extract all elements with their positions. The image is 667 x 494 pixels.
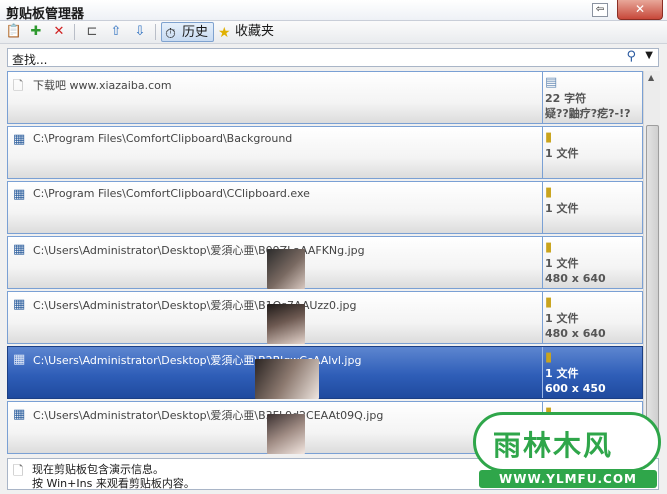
file-list-icon: ▦ (13, 242, 26, 257)
list-item[interactable]: ▦ C:\Program Files\ComfortClipboard\CCli… (7, 181, 643, 234)
star-icon: ★ (218, 25, 231, 41)
item-text: C:\Program Files\ComfortClipboard\CClipb… (33, 187, 310, 200)
item-meta-preview: 疑??鼬疗?疙?-!? (545, 107, 631, 120)
file-list-icon: ▦ (13, 187, 26, 202)
file-list-icon: ▦ (13, 132, 26, 147)
list-item[interactable]: 🗋 下载吧 www.xiazaiba.com ▤ 22 字符 疑??鼬疗?疙?-… (7, 71, 643, 124)
image-thumbnail (267, 304, 305, 344)
item-text: C:\Users\Administrator\Desktop\爱須心亜\B3FL… (33, 409, 384, 422)
toolbar-separator (155, 24, 156, 40)
item-text: C:\Program Files\ComfortClipboard\Backgr… (33, 132, 293, 145)
item-meta: ▮ 1 文件 480 x 640 (545, 240, 640, 286)
item-meta: ▮ 1 文件 600 x 450 (545, 350, 640, 396)
item-meta-count: 1 文件 (545, 312, 579, 325)
delete-icon[interactable]: ✕ (50, 23, 68, 41)
item-meta-dimensions: 480 x 640 (545, 272, 606, 285)
item-text: C:\Users\Administrator\Desktop\爱須心亜\B1Qs… (33, 299, 357, 312)
column-divider (542, 127, 543, 178)
file-list-icon: ▦ (13, 352, 26, 367)
status-line-2: 按 Win+Ins 来观看剪贴板内容。 (32, 477, 195, 490)
move-up-icon[interactable]: ⇧ (107, 23, 125, 41)
close-button[interactable]: ✕ (617, 0, 663, 20)
column-divider (542, 72, 543, 123)
tab-favorites[interactable]: ★ 收藏夹 (215, 22, 279, 42)
window-title: 剪贴板管理器 (6, 7, 85, 22)
text-document-icon: ▤ (545, 75, 558, 90)
tab-favorites-label: 收藏夹 (235, 24, 275, 39)
add-favorite-icon[interactable]: ✚ (27, 23, 45, 41)
list-item[interactable]: ▦ C:\Program Files\ComfortClipboard\Back… (7, 126, 643, 179)
item-meta-count: 1 文件 (545, 147, 579, 160)
search-input[interactable]: 查找... ⚲ ▼ (7, 48, 659, 67)
list-item[interactable]: ▦ C:\Users\Administrator\Desktop\爱須心亜\B0… (7, 236, 643, 289)
chevron-down-icon[interactable]: ▼ (645, 50, 653, 61)
folder-icon: ▮ (545, 350, 553, 365)
search-placeholder: 查找... (12, 53, 48, 67)
item-text: C:\Users\Administrator\Desktop\爱須心亜\B09Z… (33, 244, 365, 257)
item-meta-count: 1 文件 (545, 367, 579, 380)
history-icon: ⏱ (165, 26, 176, 42)
item-meta: ▤ 22 字符 疑??鼬疗?疙?-!? (545, 75, 640, 121)
item-meta-dimensions: 600 x 450 (545, 382, 606, 395)
tab-history[interactable]: ⏱ 历史 (161, 22, 215, 42)
item-meta-dimensions: 480 x 640 (545, 327, 606, 340)
toolbar-separator (74, 24, 75, 40)
file-list-icon: ▦ (13, 407, 26, 422)
image-thumbnail (267, 249, 305, 289)
image-thumbnail (267, 414, 305, 454)
column-divider (542, 182, 543, 233)
item-meta: ▮ 1 文件 (545, 130, 640, 161)
item-meta: ▮ 1 文件 (545, 185, 640, 216)
item-meta-count: 1 文件 (545, 202, 579, 215)
vertical-scrollbar[interactable]: ▲ (643, 71, 660, 456)
text-document-icon: 🗋 (13, 79, 24, 94)
item-meta-count: 1 文件 (545, 257, 579, 270)
watermark-logo: 雨林木风 WWW.YLMFU.COM (473, 412, 663, 490)
text-document-icon: 🗋 (13, 464, 24, 479)
item-meta: ▮ 1 文件 480 x 640 (545, 295, 640, 341)
clipboard-paste-icon[interactable]: 📋 (5, 23, 23, 41)
file-list-icon: ▦ (13, 297, 26, 312)
move-down-icon[interactable]: ⇩ (131, 23, 149, 41)
folder-icon: ▮ (545, 130, 553, 145)
column-divider (542, 292, 543, 343)
list-item-selected[interactable]: ▦ C:\Users\Administrator\Desktop\爱須心亜\B2… (7, 346, 643, 399)
list-item[interactable]: ▦ C:\Users\Administrator\Desktop\爱須心亜\B1… (7, 291, 643, 344)
watermark-brand: 雨林木风 (493, 429, 614, 462)
pin-icon[interactable]: ⇦ (592, 3, 608, 17)
column-divider (542, 237, 543, 288)
clipboard-history-list: 🗋 下载吧 www.xiazaiba.com ▤ 22 字符 疑??鼬疗?疙?-… (7, 71, 643, 456)
folder-icon: ▮ (545, 295, 553, 310)
item-text: 下载吧 www.xiazaiba.com (33, 79, 172, 92)
watermark-url: WWW.YLMFU.COM (479, 470, 657, 488)
scrollbar-thumb[interactable] (646, 125, 659, 451)
folder-icon: ▮ (545, 185, 553, 200)
image-thumbnail (255, 359, 319, 399)
item-meta-count: 22 字符 (545, 92, 587, 105)
scroll-up-icon[interactable]: ▲ (648, 73, 654, 82)
title-bar: 剪贴板管理器 ⇦ ✕ (0, 0, 667, 22)
folder-icon: ▮ (545, 240, 553, 255)
search-icon[interactable]: ⚲ (626, 49, 636, 64)
column-divider (542, 347, 543, 398)
tab-history-label: 历史 (182, 25, 209, 40)
hierarchy-icon[interactable]: ⊏ (82, 23, 102, 41)
toolbar: 📋 ✚ ✕ ⊏ ⇧ ⇩ ⏱ 历史 ★ 收藏夹 (0, 21, 667, 44)
